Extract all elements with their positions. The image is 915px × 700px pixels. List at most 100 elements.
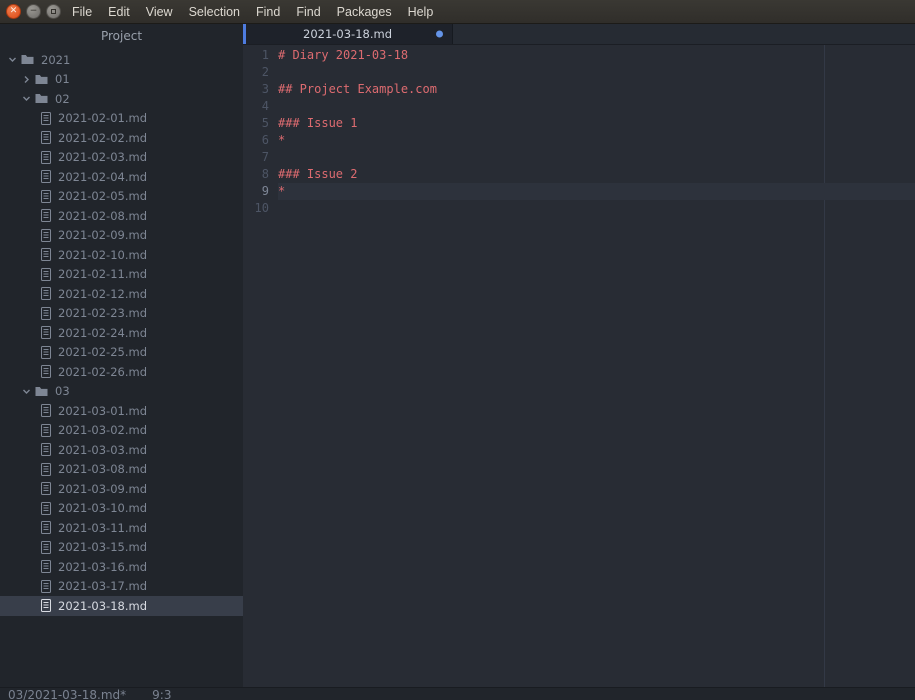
tree-item-2021-02-26-md[interactable]: 2021-02-26.md (0, 362, 243, 382)
tree-item-03[interactable]: 03 (0, 382, 243, 402)
code-line-5[interactable]: 5### Issue 1 (243, 115, 915, 132)
minimize-button[interactable]: − (26, 4, 41, 19)
file-icon-wrap (41, 424, 51, 437)
line-number[interactable]: 10 (243, 200, 278, 217)
tree-item-2021-03-17-md[interactable]: 2021-03-17.md (0, 577, 243, 597)
tree-item-2021-02-08-md[interactable]: 2021-02-08.md (0, 206, 243, 226)
line-number[interactable]: 4 (243, 98, 278, 115)
line-text[interactable] (278, 64, 915, 81)
menu-help[interactable]: Help (400, 2, 442, 22)
line-text[interactable] (278, 98, 915, 115)
tree-item-2021-02-09-md[interactable]: 2021-02-09.md (0, 226, 243, 246)
line-text[interactable]: ## Project Example.com (278, 81, 915, 98)
file-icon-wrap (41, 560, 51, 573)
code-line-2[interactable]: 2 (243, 64, 915, 81)
code-line-3[interactable]: 3## Project Example.com (243, 81, 915, 98)
line-number[interactable]: 5 (243, 115, 278, 132)
tree-item-2021-03-08-md[interactable]: 2021-03-08.md (0, 460, 243, 480)
line-number[interactable]: 6 (243, 132, 278, 149)
line-text[interactable] (278, 200, 915, 217)
tab-2021-03-18[interactable]: 2021-03-18.md (243, 24, 453, 44)
line-text[interactable]: * (278, 132, 915, 149)
line-text[interactable]: ### Issue 2 (278, 166, 915, 183)
code-line-1[interactable]: 1# Diary 2021-03-18 (243, 47, 915, 64)
menu-find[interactable]: Find (248, 2, 288, 22)
status-cursor-position[interactable]: 9:3 (152, 688, 171, 700)
code-line-4[interactable]: 4 (243, 98, 915, 115)
file-icon-wrap (41, 482, 51, 495)
line-number[interactable]: 8 (243, 166, 278, 183)
folder-icon-wrap (21, 54, 34, 65)
twisty[interactable] (8, 55, 21, 64)
file-icon-wrap (41, 151, 51, 164)
code-line-8[interactable]: 8### Issue 2 (243, 166, 915, 183)
tree-item-label: 03 (55, 384, 70, 398)
text-editor[interactable]: 1# Diary 2021-03-1823## Project Example.… (243, 45, 915, 687)
menu-edit[interactable]: Edit (100, 2, 138, 22)
line-text[interactable]: * (278, 183, 915, 200)
tree-item-2021-02-11-md[interactable]: 2021-02-11.md (0, 265, 243, 285)
tree-item-2021-02-25-md[interactable]: 2021-02-25.md (0, 343, 243, 363)
file-icon-wrap (41, 209, 51, 222)
tree-item-label: 2021-03-09.md (58, 482, 147, 496)
file-icon (41, 248, 51, 261)
menu-selection[interactable]: Selection (181, 2, 248, 22)
tree-item-01[interactable]: 01 (0, 70, 243, 90)
tree-item-2021-03-16-md[interactable]: 2021-03-16.md (0, 557, 243, 577)
tree-item-2021[interactable]: 2021 (0, 50, 243, 70)
line-number[interactable]: 9 (243, 183, 278, 200)
file-icon-wrap (41, 112, 51, 125)
twisty[interactable] (22, 75, 35, 84)
tree-item-02[interactable]: 02 (0, 89, 243, 109)
tree-item-2021-02-05-md[interactable]: 2021-02-05.md (0, 187, 243, 207)
tree-item-2021-02-12-md[interactable]: 2021-02-12.md (0, 284, 243, 304)
status-file-path[interactable]: 03/2021-03-18.md* (8, 688, 126, 700)
file-icon (41, 424, 51, 437)
line-number[interactable]: 7 (243, 149, 278, 166)
twisty[interactable] (22, 387, 35, 396)
code-line-9[interactable]: 9* (243, 183, 915, 200)
tree-item-2021-03-09-md[interactable]: 2021-03-09.md (0, 479, 243, 499)
tree-item-2021-03-02-md[interactable]: 2021-03-02.md (0, 421, 243, 441)
project-sidebar: Project 202101022021-02-01.md2021-02-02.… (0, 24, 243, 687)
tree-item-label: 2021-02-01.md (58, 111, 147, 125)
tree-item-2021-02-02-md[interactable]: 2021-02-02.md (0, 128, 243, 148)
line-text[interactable]: # Diary 2021-03-18 (278, 47, 915, 64)
tree-item-2021-03-15-md[interactable]: 2021-03-15.md (0, 538, 243, 558)
file-icon-wrap (41, 248, 51, 261)
tree-item-label: 2021-03-18.md (58, 599, 147, 613)
menu-file[interactable]: File (64, 2, 100, 22)
line-number[interactable]: 3 (243, 81, 278, 98)
twisty[interactable] (22, 94, 35, 103)
maximize-button[interactable] (46, 4, 61, 19)
chevron-right-icon (22, 75, 31, 84)
tree-item-label: 2021-03-10.md (58, 501, 147, 515)
tree-item-2021-02-23-md[interactable]: 2021-02-23.md (0, 304, 243, 324)
code-line-6[interactable]: 6* (243, 132, 915, 149)
tree-item-2021-03-11-md[interactable]: 2021-03-11.md (0, 518, 243, 538)
folder-icon (35, 93, 48, 104)
code-line-10[interactable]: 10 (243, 200, 915, 217)
line-text[interactable]: ### Issue 1 (278, 115, 915, 132)
tree-item-2021-02-03-md[interactable]: 2021-02-03.md (0, 148, 243, 168)
code-line-7[interactable]: 7 (243, 149, 915, 166)
tree-item-2021-03-18-md[interactable]: 2021-03-18.md (0, 596, 243, 616)
tree-item-2021-03-10-md[interactable]: 2021-03-10.md (0, 499, 243, 519)
file-icon (41, 443, 51, 456)
menu-packages[interactable]: Packages (329, 2, 400, 22)
tree-item-2021-02-10-md[interactable]: 2021-02-10.md (0, 245, 243, 265)
tree-item-2021-02-01-md[interactable]: 2021-02-01.md (0, 109, 243, 129)
tree-item-2021-03-01-md[interactable]: 2021-03-01.md (0, 401, 243, 421)
line-number[interactable]: 2 (243, 64, 278, 81)
modified-indicator-icon[interactable] (436, 31, 443, 38)
file-icon-wrap (41, 580, 51, 593)
line-text[interactable] (278, 149, 915, 166)
menu-find-2[interactable]: Find (288, 2, 328, 22)
tree-item-2021-02-04-md[interactable]: 2021-02-04.md (0, 167, 243, 187)
tree-item-2021-02-24-md[interactable]: 2021-02-24.md (0, 323, 243, 343)
close-button[interactable]: ✕ (6, 4, 21, 19)
line-number[interactable]: 1 (243, 47, 278, 64)
tree-item-label: 2021-02-23.md (58, 306, 147, 320)
tree-item-2021-03-03-md[interactable]: 2021-03-03.md (0, 440, 243, 460)
menu-view[interactable]: View (138, 2, 181, 22)
